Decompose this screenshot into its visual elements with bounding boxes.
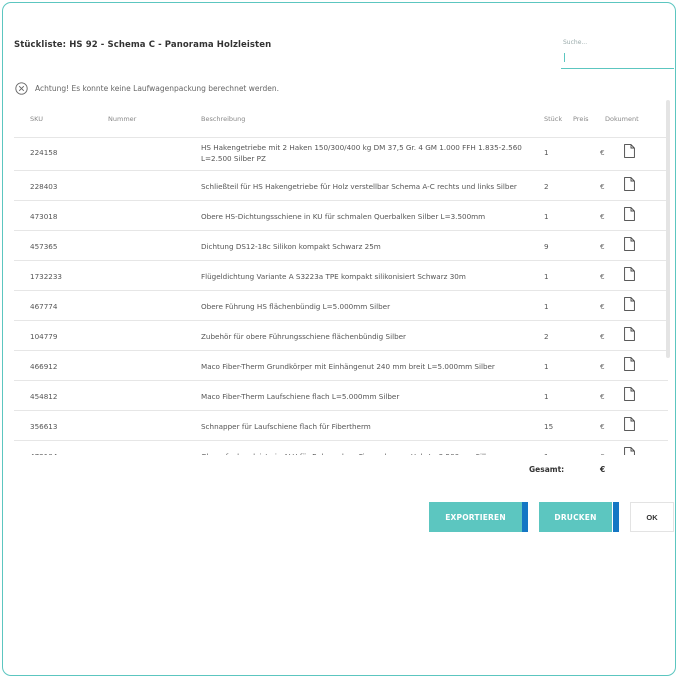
ok-button[interactable]: OK [630, 502, 674, 532]
table-row: 356613 Schnapper für Laufschiene flach fü… [14, 411, 668, 441]
cell-beschreibung: Maco Fiber-Therm Grundkörper mit Einhäng… [201, 362, 495, 371]
column-header-stueck[interactable]: Stück [544, 115, 562, 123]
close-circle-icon [15, 82, 28, 95]
table-scrollbar[interactable] [666, 100, 670, 358]
cell-sku: 356613 [30, 422, 58, 431]
cell-sku: 467774 [30, 302, 58, 311]
cell-beschreibung: Zubehör für obere Führungsschiene fläche… [201, 332, 407, 341]
document-icon[interactable] [624, 357, 635, 373]
parts-table: SKU Nummer Beschreibung Stück Preis Doku… [14, 110, 668, 455]
cell-beschreibung: Obere HS-Dichtungsschiene in KU für schm… [201, 212, 486, 221]
cell-beschreibung: Dichtung DS12-18c Silikon kompakt Schwar… [201, 242, 381, 251]
text-cursor [564, 53, 565, 62]
document-icon[interactable] [624, 447, 635, 455]
cell-stueck: 1 [544, 148, 549, 157]
table-row: 473018 Obere HS-Dichtungsschiene in KU fü… [14, 201, 668, 231]
table-row: 454812 Maco Fiber-Therm Laufschiene flach… [14, 381, 668, 411]
table-row: 466912 Maco Fiber-Therm Grundkörper mit E… [14, 351, 668, 381]
cell-sku: 228403 [30, 182, 58, 191]
column-header-nummer[interactable]: Nummer [108, 115, 136, 123]
total-label: Gesamt: [529, 465, 565, 474]
cell-preis: € [600, 148, 605, 157]
column-header-preis[interactable]: Preis [573, 115, 589, 123]
table-body: 224158 HS Hakengetriebe mit 2 Haken 150/3… [14, 138, 668, 455]
cell-sku: 466912 [30, 362, 58, 371]
cell-sku: 1732233 [30, 272, 63, 281]
warning-text: Achtung! Es konnte keine Laufwagenpackun… [35, 84, 279, 93]
table-row: 1732233 Flügeldichtung Variante A S3223a … [14, 261, 668, 291]
document-icon[interactable] [624, 267, 635, 283]
print-button[interactable]: DRUCKEN [539, 502, 612, 532]
table-row: 224158 HS Hakengetriebe mit 2 Haken 150/3… [14, 138, 668, 171]
table-row: 467774 Obere Führung HS flächenbündig L=5… [14, 291, 668, 321]
cell-preis: € [600, 212, 605, 221]
document-icon[interactable] [624, 207, 635, 223]
warning-message: Achtung! Es konnte keine Laufwagenpackun… [15, 82, 279, 95]
table-row: 473104 Glasaufnahmeleiste in ALU für Rahm… [14, 441, 668, 455]
column-header-beschreibung[interactable]: Beschreibung [201, 115, 245, 123]
cell-sku: 454812 [30, 392, 58, 401]
cell-beschreibung: Glasaufnahmeleiste in ALU für Rahmenlose… [201, 451, 536, 455]
table-header: SKU Nummer Beschreibung Stück Preis Doku… [14, 110, 668, 138]
cell-beschreibung: Schnapper für Laufschiene flach für Fibe… [201, 422, 371, 431]
total-value: € [600, 465, 606, 474]
print-button-edge [613, 502, 619, 532]
cell-beschreibung: Maco Fiber-Therm Laufschiene flach L=5.0… [201, 392, 400, 401]
export-button-edge [522, 502, 528, 532]
cell-stueck: 1 [544, 362, 549, 371]
cell-stueck: 1 [544, 392, 549, 401]
cell-beschreibung: Flügeldichtung Variante A S3223a TPE kom… [201, 272, 466, 281]
dialog-title: Stückliste: HS 92 - Schema C - Panorama … [14, 40, 272, 50]
cell-beschreibung: Obere Führung HS flächenbündig L=5.000mm… [201, 302, 391, 311]
search-input[interactable] [561, 49, 674, 69]
document-icon[interactable] [624, 327, 635, 343]
document-icon[interactable] [624, 297, 635, 313]
cell-stueck: 2 [544, 182, 549, 191]
document-icon[interactable] [624, 237, 635, 253]
export-button[interactable]: EXPORTIEREN [429, 502, 522, 532]
search-label: Suche... [563, 39, 588, 46]
cell-stueck: 15 [544, 422, 554, 431]
cell-preis: € [600, 182, 605, 191]
cell-stueck: 2 [544, 332, 549, 341]
cell-preis: € [600, 272, 605, 281]
cell-preis: € [600, 452, 605, 455]
cell-preis: € [600, 392, 605, 401]
cell-preis: € [600, 362, 605, 371]
cell-sku: 473104 [30, 452, 57, 455]
cell-beschreibung: HS Hakengetriebe mit 2 Haken 150/300/400… [201, 143, 522, 163]
document-icon[interactable] [624, 144, 635, 160]
cell-stueck: 1 [544, 452, 549, 455]
table-row: 228403 Schließteil für HS Hakengetriebe f… [14, 171, 668, 201]
cell-preis: € [600, 422, 605, 431]
cell-sku: 473018 [30, 212, 58, 221]
cell-stueck: 1 [544, 272, 549, 281]
cell-preis: € [600, 332, 605, 341]
table-row: 104779 Zubehör für obere Führungsschiene … [14, 321, 668, 351]
cell-sku: 224158 [30, 148, 58, 157]
document-icon[interactable] [624, 387, 635, 403]
table-row: 457365 Dichtung DS12-18c Silikon kompakt … [14, 231, 668, 261]
cell-stueck: 1 [544, 302, 549, 311]
cell-stueck: 1 [544, 212, 549, 221]
cell-sku: 457365 [30, 242, 58, 251]
cell-preis: € [600, 302, 605, 311]
cell-preis: € [600, 242, 605, 251]
column-header-sku[interactable]: SKU [30, 115, 43, 123]
cell-sku: 104779 [30, 332, 58, 341]
cell-beschreibung: Schließteil für HS Hakengetriebe für Hol… [201, 182, 517, 191]
document-icon[interactable] [624, 417, 635, 433]
cell-stueck: 9 [544, 242, 549, 251]
column-header-dokument[interactable]: Dokument [605, 115, 639, 123]
document-icon[interactable] [624, 177, 635, 193]
